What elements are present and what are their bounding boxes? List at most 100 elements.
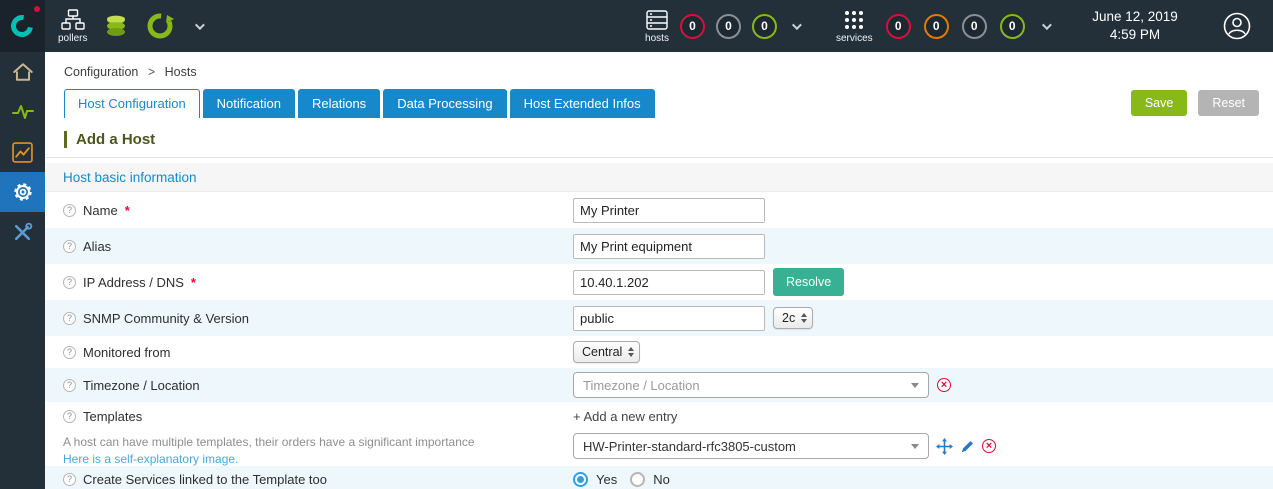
templates-help-text: A host can have multiple templates, thei… — [63, 435, 475, 449]
sidebar-item-home[interactable] — [0, 52, 45, 92]
templates-help-link[interactable]: Here is a self-explanatory image. — [63, 452, 573, 466]
help-icon[interactable]: ? — [63, 239, 76, 253]
form-row-create-services: ? Create Services linked to the Template… — [45, 466, 1273, 489]
hosts-status-group: hosts 0 0 0 — [645, 0, 802, 52]
services-ok-count[interactable]: 0 — [999, 13, 1025, 39]
notification-dot-icon — [34, 6, 40, 12]
services-warning-count[interactable]: 0 — [923, 13, 949, 39]
gear-icon — [13, 183, 32, 201]
section-host-basic-information[interactable]: Host basic information — [45, 163, 1273, 192]
form-row-alias: ? Alias — [45, 228, 1273, 264]
services-critical-count[interactable]: 0 — [885, 13, 911, 39]
name-input[interactable] — [573, 197, 765, 223]
topbar: pollers hosts 0 0 0 services 0 0 0 0 Jun… — [0, 0, 1273, 52]
form-row-snmp: ? SNMP Community & Version 2c — [45, 300, 1273, 336]
breadcrumb-hosts[interactable]: Hosts — [165, 65, 197, 79]
help-icon[interactable]: ? — [63, 311, 76, 325]
help-icon[interactable]: ? — [63, 345, 76, 359]
clear-timezone-icon[interactable]: × — [937, 378, 951, 392]
services-label: services — [836, 32, 873, 44]
main-content: Configuration > Hosts Host Configuration… — [45, 52, 1273, 489]
help-icon[interactable]: ? — [63, 378, 76, 392]
pollers-label: pollers — [58, 32, 88, 44]
move-icon — [936, 437, 953, 455]
pencil-icon — [962, 440, 973, 452]
tab-relations[interactable]: Relations — [297, 89, 381, 118]
hosts-unreachable-count[interactable]: 0 — [716, 13, 741, 39]
chevron-down-icon[interactable] — [791, 19, 802, 30]
radio-no-label: No — [653, 471, 670, 487]
radio-yes[interactable] — [573, 471, 588, 487]
refresh-menu[interactable] — [145, 11, 175, 41]
timezone-dropdown[interactable]: Timezone / Location — [573, 372, 929, 398]
help-icon[interactable]: ? — [63, 275, 76, 289]
chevron-down-icon — [911, 443, 919, 449]
templates-label: Templates — [83, 409, 143, 424]
database-icon — [107, 15, 126, 36]
breadcrumb-separator: > — [147, 65, 156, 79]
snmp-label: SNMP Community & Version — [83, 310, 249, 326]
sidebar — [0, 52, 45, 489]
move-template-button[interactable] — [936, 437, 953, 455]
datetime-display: June 12, 2019 4:59 PM — [1075, 0, 1195, 52]
delete-template-icon[interactable]: × — [982, 439, 996, 453]
centreon-logo-icon — [6, 10, 38, 42]
tab-host-extended-infos[interactable]: Host Extended Infos — [509, 89, 655, 118]
sidebar-item-reporting[interactable] — [0, 132, 45, 172]
centreon-logo[interactable] — [0, 0, 45, 52]
resolve-button[interactable]: Resolve — [773, 268, 845, 296]
help-icon[interactable]: ? — [63, 410, 76, 423]
ip-address-input[interactable] — [573, 269, 765, 295]
sidebar-item-administration[interactable] — [0, 212, 45, 252]
help-icon[interactable]: ? — [63, 203, 76, 217]
reset-button[interactable]: Reset — [1198, 90, 1259, 116]
snmp-version-value: 2c — [782, 311, 796, 325]
breadcrumb-configuration[interactable]: Configuration — [64, 65, 138, 79]
tab-data-processing[interactable]: Data Processing — [383, 89, 507, 118]
sidebar-item-monitoring[interactable] — [0, 92, 45, 132]
snmp-community-input[interactable] — [573, 305, 765, 331]
select-arrows-icon — [801, 313, 808, 323]
radio-no[interactable] — [630, 471, 646, 487]
user-menu[interactable] — [1223, 0, 1251, 52]
template-value: HW-Printer-standard-rfc3805-custom — [583, 438, 796, 454]
heartbeat-icon — [11, 105, 34, 119]
services-unknown-count[interactable]: 0 — [961, 13, 987, 39]
chevron-down-icon[interactable] — [1041, 19, 1052, 30]
edit-template-button[interactable] — [960, 439, 975, 454]
home-icon — [12, 63, 33, 81]
help-icon[interactable]: ? — [63, 472, 76, 486]
hosts-up-count[interactable]: 0 — [752, 13, 777, 39]
page-title: Add a Host — [64, 131, 155, 148]
monitored-from-select[interactable]: Central — [573, 341, 641, 363]
alias-input[interactable] — [573, 233, 765, 259]
sidebar-item-configuration[interactable] — [0, 172, 45, 212]
topbar-left-group: pollers — [58, 0, 206, 52]
hosts-down-count[interactable]: 0 — [680, 13, 705, 39]
template-dropdown[interactable]: HW-Printer-standard-rfc3805-custom — [573, 433, 929, 459]
save-button[interactable]: Save — [1130, 90, 1188, 116]
monitored-from-value: Central — [582, 345, 623, 359]
chart-icon — [12, 141, 33, 163]
snmp-version-select[interactable]: 2c — [773, 307, 814, 329]
user-icon — [1223, 12, 1251, 40]
form-row-monitored-from: ? Monitored from Central — [45, 336, 1273, 368]
services-menu[interactable]: services — [836, 9, 873, 44]
tab-host-configuration[interactable]: Host Configuration — [64, 89, 200, 118]
radio-yes-label: Yes — [596, 471, 618, 487]
tab-notification[interactable]: Notification — [202, 89, 295, 118]
pollers-menu[interactable]: pollers — [58, 8, 88, 44]
timezone-label: Timezone / Location — [83, 377, 200, 393]
add-template-entry-link[interactable]: + Add a new entry — [573, 409, 996, 424]
form-row-name: ? Name * — [45, 192, 1273, 228]
database-menu[interactable] — [103, 11, 129, 41]
tools-icon — [14, 222, 33, 240]
form-row-ip-address: ? IP Address / DNS * Resolve — [45, 264, 1273, 300]
form-actions: Save Reset — [1130, 90, 1259, 116]
breadcrumb: Configuration > Hosts — [45, 52, 1273, 79]
form-row-timezone: ? Timezone / Location Timezone / Locatio… — [45, 368, 1273, 402]
hosts-menu[interactable]: hosts — [645, 9, 669, 44]
hosts-icon — [646, 9, 668, 30]
chevron-down-icon[interactable] — [195, 19, 206, 30]
timezone-placeholder: Timezone / Location — [583, 377, 700, 393]
